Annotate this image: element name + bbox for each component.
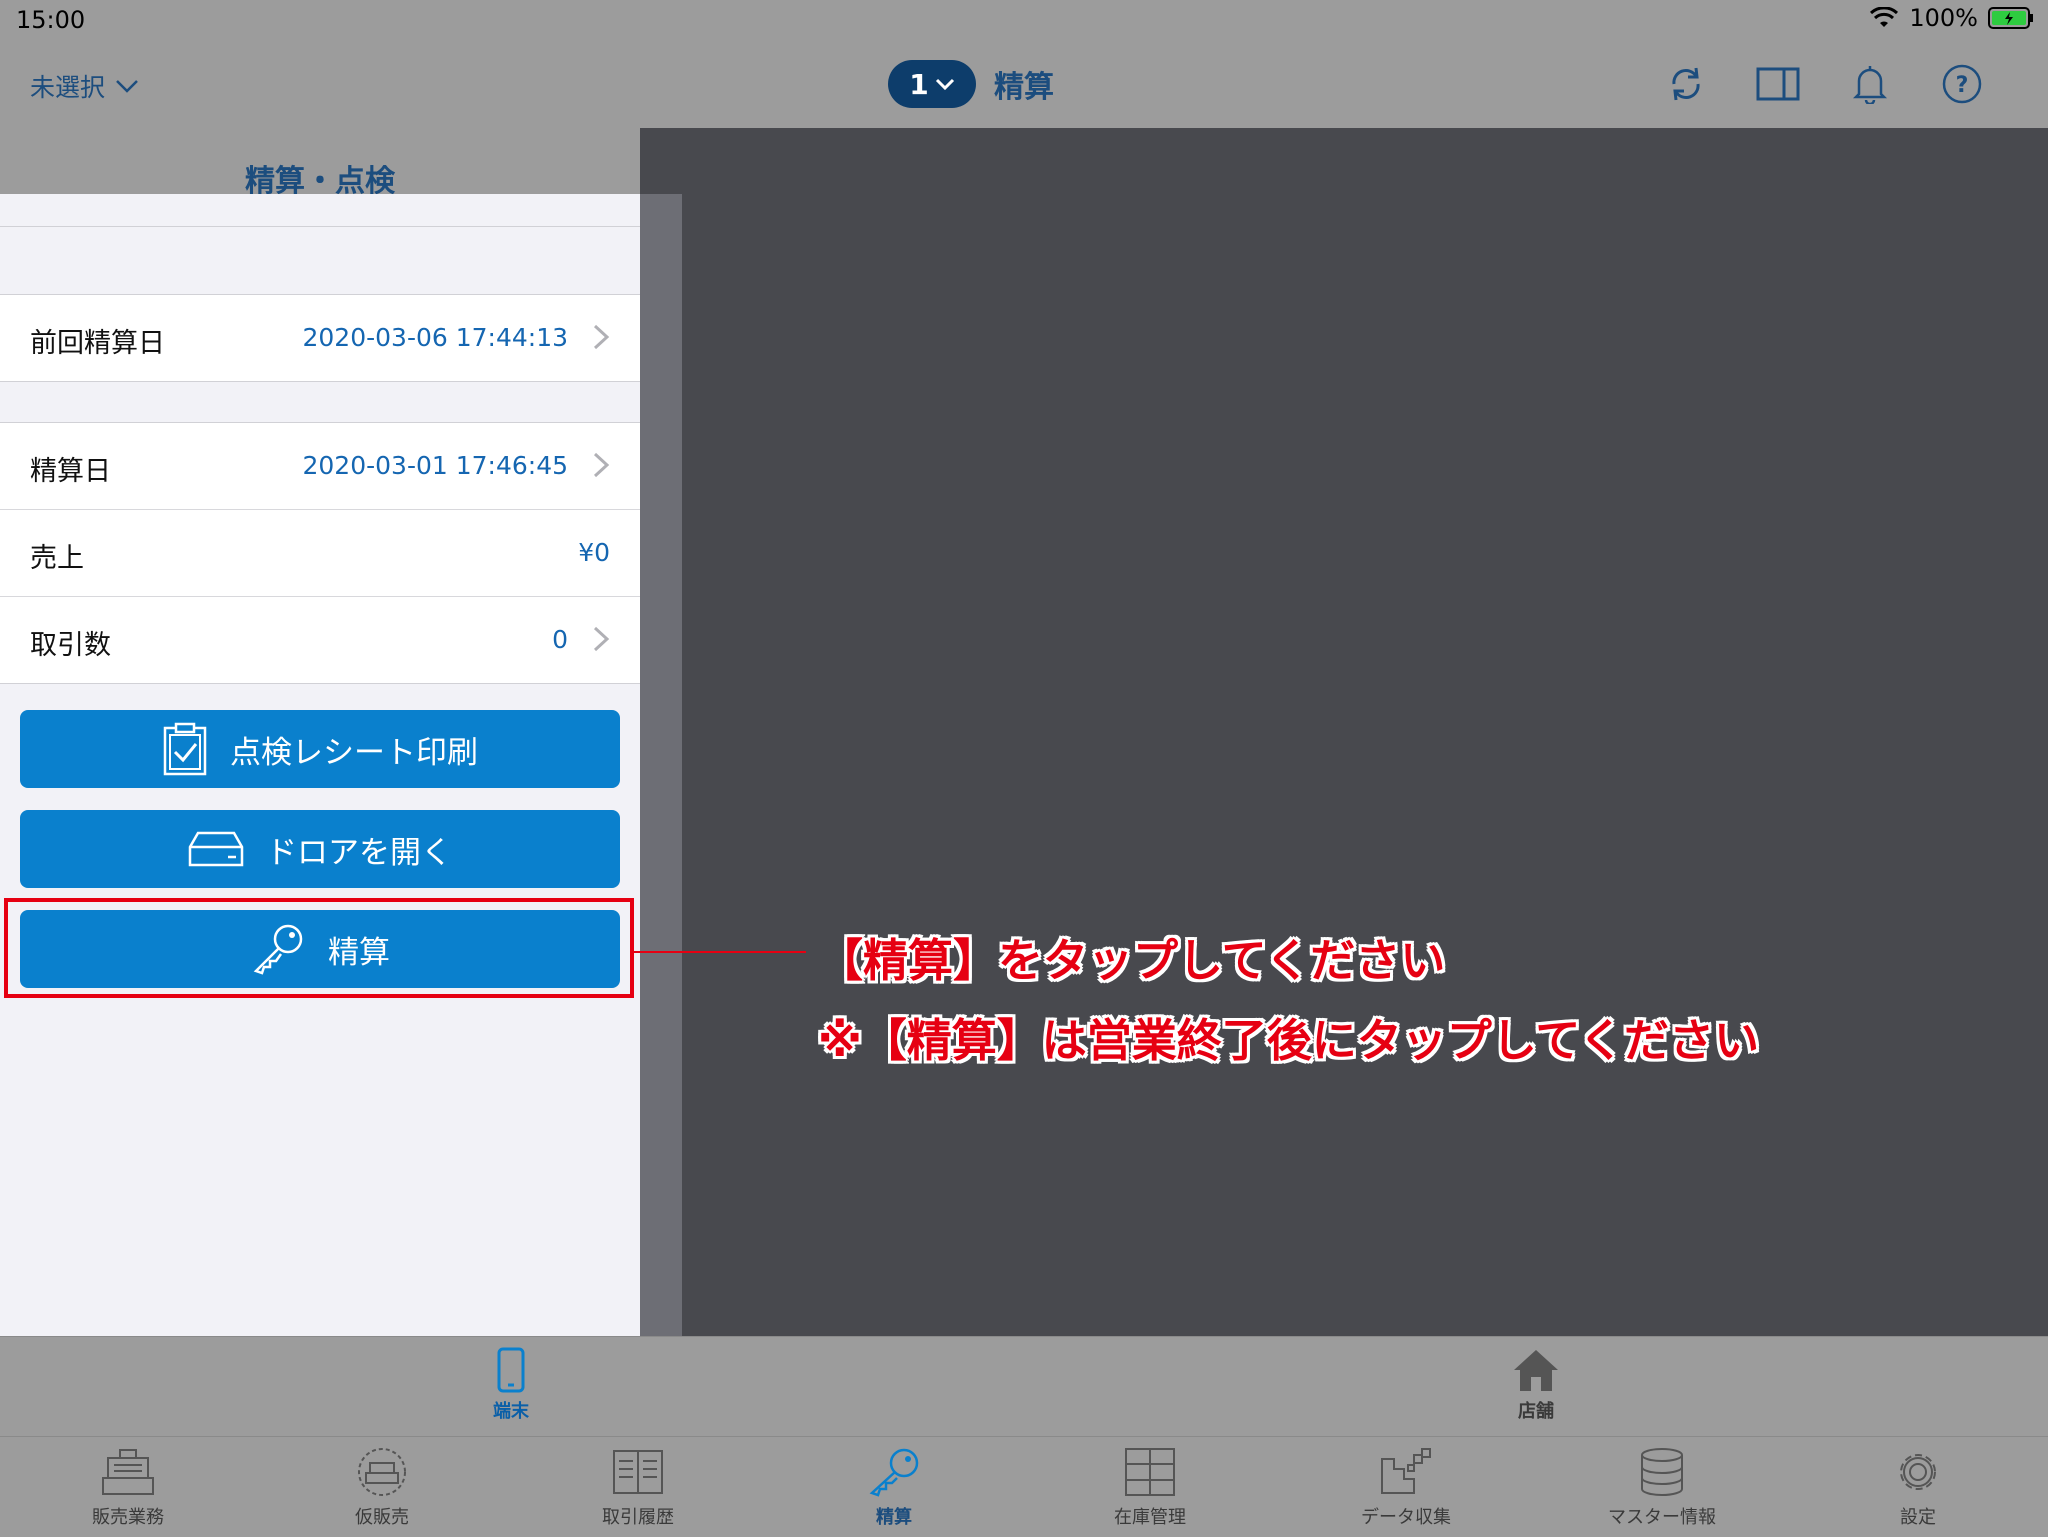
panel-content: 前回精算日 2020-03-06 17:44:13 精算日 2020-03-01… bbox=[0, 194, 640, 1336]
sales-label: 売上 bbox=[30, 543, 84, 574]
panel-shadow-strip bbox=[640, 194, 682, 1336]
settlement-summary-group: 精算日 2020-03-01 17:46:45 売上 ¥0 取引数 0 bbox=[0, 422, 640, 684]
refresh-icon bbox=[1672, 67, 1700, 101]
sales-value: ¥0 bbox=[578, 538, 610, 567]
tab-label: 設定 bbox=[1900, 1507, 1936, 1528]
cabinet-icon bbox=[1125, 1448, 1175, 1496]
tab-label: 取引履歴 bbox=[602, 1507, 674, 1528]
tab-label: 精算 bbox=[876, 1507, 912, 1528]
settlement-date-row[interactable]: 精算日 2020-03-01 17:46:45 bbox=[0, 423, 640, 510]
settlement-date-value: 2020-03-01 17:46:45 bbox=[302, 451, 568, 480]
tab-label: 在庫管理 bbox=[1114, 1507, 1186, 1528]
help-button[interactable]: ? bbox=[1940, 62, 1984, 106]
scope-segment: 端末 店舗 bbox=[0, 1336, 2048, 1437]
house-icon bbox=[1514, 1350, 1558, 1391]
provisional-register-icon bbox=[358, 1448, 406, 1496]
tab-inventory[interactable]: 在庫管理 bbox=[1060, 1447, 1240, 1529]
settle-button-highlight bbox=[4, 898, 634, 998]
segment-terminal[interactable]: 端末 bbox=[451, 1347, 571, 1423]
history-icon bbox=[613, 1450, 663, 1494]
battery-percent: 100% bbox=[1909, 4, 1978, 32]
transactions-label: 取引数 bbox=[30, 630, 111, 661]
navigation-bar: 未選択 1 精算 ? bbox=[0, 40, 2048, 129]
tab-data-collection[interactable]: データ収集 bbox=[1316, 1447, 1496, 1529]
tab-label: データ収集 bbox=[1361, 1507, 1451, 1528]
nav-icons: ? bbox=[1664, 62, 1984, 106]
store-selector[interactable]: 未選択 bbox=[30, 68, 139, 104]
chevron-down-icon bbox=[935, 78, 954, 90]
annotation-line-1: 【精算】をタップしてください bbox=[818, 934, 1446, 987]
gear-icon bbox=[1900, 1454, 1936, 1490]
status-time: 15:00 bbox=[16, 6, 86, 34]
register-icon bbox=[102, 1449, 154, 1495]
key-icon bbox=[869, 1448, 919, 1497]
last-settlement-value: 2020-03-06 17:44:13 bbox=[302, 323, 568, 352]
drawer-icon bbox=[188, 831, 244, 867]
settlement-panel: 精算・点検 前回精算日 2020-03-06 17:44:13 精算日 2020… bbox=[0, 128, 640, 1336]
tab-transaction-history[interactable]: 取引履歴 bbox=[548, 1447, 728, 1529]
tab-settlement[interactable]: 精算 bbox=[804, 1447, 984, 1529]
refresh-button[interactable] bbox=[1664, 62, 1708, 106]
segment-store-label: 店舗 bbox=[1518, 1401, 1554, 1422]
annotation-line-2: ※【精算】は営業終了後にタップしてください bbox=[818, 1014, 1760, 1067]
nav-center: 1 精算 bbox=[888, 60, 1054, 108]
tab-label: マスター情報 bbox=[1608, 1507, 1716, 1528]
tab-label: 販売業務 bbox=[92, 1507, 164, 1528]
segment-store[interactable]: 店舗 bbox=[1476, 1347, 1596, 1423]
transactions-value: 0 bbox=[552, 625, 568, 654]
split-view-button[interactable] bbox=[1756, 62, 1800, 106]
transactions-row[interactable]: 取引数 0 bbox=[0, 597, 640, 683]
status-right: 100% bbox=[1869, 4, 2034, 32]
chevron-right-icon bbox=[593, 452, 610, 478]
print-receipt-button[interactable]: 点検レシート印刷 bbox=[20, 710, 620, 788]
tab-sales[interactable]: 販売業務 bbox=[38, 1447, 218, 1529]
help-icon: ? bbox=[1942, 64, 1982, 104]
register-number: 1 bbox=[909, 67, 929, 101]
chevron-right-icon bbox=[593, 626, 610, 652]
chevron-right-icon bbox=[593, 324, 610, 350]
tab-label: 仮販売 bbox=[355, 1507, 409, 1528]
register-selector[interactable]: 1 bbox=[888, 60, 976, 108]
store-selector-label: 未選択 bbox=[30, 73, 106, 102]
database-icon bbox=[1641, 1448, 1683, 1496]
last-settlement-label: 前回精算日 bbox=[30, 328, 165, 359]
wifi-icon bbox=[1870, 7, 1899, 27]
segment-terminal-label: 端末 bbox=[493, 1401, 529, 1422]
chevron-down-icon bbox=[116, 80, 138, 93]
open-drawer-label: ドロアを開く bbox=[266, 834, 452, 871]
tab-settings[interactable]: 設定 bbox=[1828, 1447, 2008, 1529]
print-receipt-label: 点検レシート印刷 bbox=[230, 734, 478, 771]
tab-master-info[interactable]: マスター情報 bbox=[1572, 1447, 1752, 1529]
last-settlement-group: 前回精算日 2020-03-06 17:44:13 bbox=[0, 294, 640, 382]
battery-icon bbox=[1988, 7, 2033, 29]
phone-icon bbox=[497, 1347, 525, 1393]
split-view-icon bbox=[1756, 67, 1800, 101]
tab-provisional-sales[interactable]: 仮販売 bbox=[292, 1447, 472, 1529]
notifications-button[interactable] bbox=[1848, 62, 1892, 106]
sales-row: 売上 ¥0 bbox=[0, 510, 640, 597]
clipboard-check-icon bbox=[163, 722, 207, 776]
tab-bar: 販売業務 仮販売 取引履歴 精算 在庫管理 データ収集 マスター情報 設定 bbox=[0, 1436, 2048, 1537]
bell-icon bbox=[1853, 66, 1887, 104]
detail-pane bbox=[640, 128, 2048, 1336]
page-title: 精算 bbox=[994, 70, 1054, 105]
settlement-date-label: 精算日 bbox=[30, 456, 111, 487]
status-bar: 15:00 100% bbox=[0, 0, 2048, 40]
annotation-leader-line bbox=[634, 951, 806, 953]
last-settlement-row[interactable]: 前回精算日 2020-03-06 17:44:13 bbox=[0, 295, 640, 381]
open-drawer-button[interactable]: ドロアを開く bbox=[20, 810, 620, 888]
spacer bbox=[0, 226, 640, 261]
svg-text:?: ? bbox=[1956, 73, 1969, 98]
data-collection-icon bbox=[1381, 1448, 1431, 1494]
